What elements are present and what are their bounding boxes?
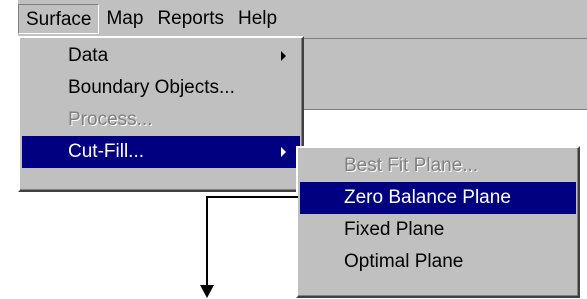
menubar-item-reports[interactable]: Reports: [150, 4, 231, 34]
menu-item-label: Boundary Objects...: [68, 77, 235, 98]
menu-item-data[interactable]: Data: [22, 40, 300, 72]
cut-fill-submenu: Best Fit Plane... Zero Balance Plane Fix…: [296, 146, 580, 298]
menu-item-label: Cut-Fill...: [68, 141, 144, 162]
menubar-item-map[interactable]: Map: [99, 4, 150, 34]
menu-item-process: Process...: [22, 104, 300, 136]
menu-item-fixed-plane[interactable]: Fixed Plane: [300, 214, 576, 246]
menu-item-label: Data: [68, 45, 109, 66]
menubar-item-help[interactable]: Help: [231, 4, 284, 34]
menu-item-label: Best Fit Plane...: [344, 155, 479, 176]
menu-item-best-fit-plane: Best Fit Plane...: [300, 150, 576, 182]
submenu-arrow-icon: [281, 147, 286, 157]
menu-item-cut-fill[interactable]: Cut-Fill...: [22, 136, 300, 168]
menu-item-optimal-plane[interactable]: Optimal Plane: [300, 246, 576, 278]
screenshot-stage: Surface Map Reports Help Data Boundary O…: [0, 0, 587, 299]
menu-item-label: Zero Balance Plane: [344, 187, 511, 208]
submenu-arrow-icon: [281, 51, 286, 61]
menu-item-label: Fixed Plane: [344, 219, 445, 240]
surface-menu: Data Boundary Objects... Process... Cut-…: [18, 36, 304, 192]
menu-item-boundary-objects[interactable]: Boundary Objects...: [22, 72, 300, 104]
menubar: Surface Map Reports Help: [18, 0, 284, 38]
menu-item-label: Optimal Plane: [344, 251, 464, 272]
menubar-item-surface[interactable]: Surface: [18, 4, 100, 34]
menu-item-label: Process...: [68, 109, 153, 130]
menu-item-zero-balance-plane[interactable]: Zero Balance Plane: [300, 182, 576, 214]
toolbar-area: [301, 39, 587, 110]
